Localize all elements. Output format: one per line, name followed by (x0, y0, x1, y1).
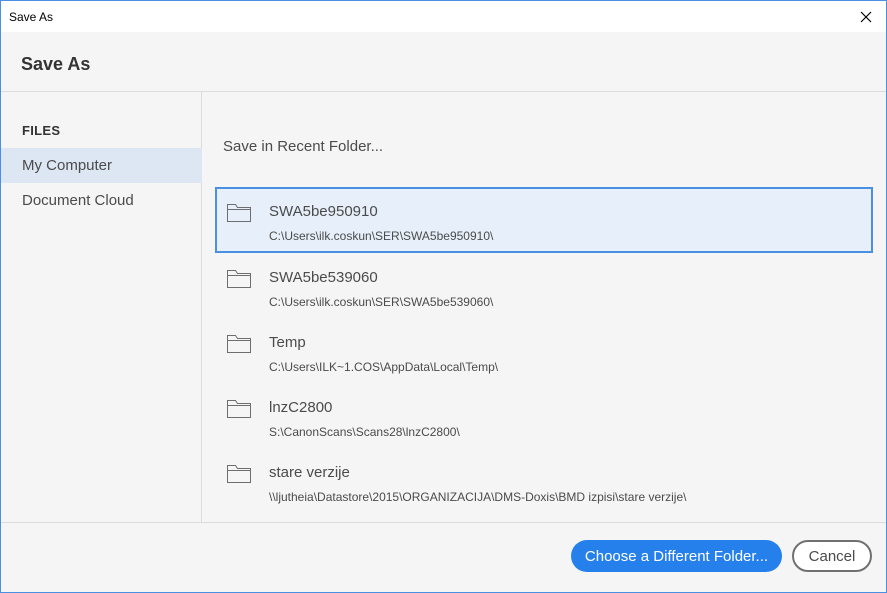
close-button[interactable] (846, 1, 886, 32)
folder-icon (227, 270, 251, 288)
folder-name: Temp (269, 334, 306, 351)
folder-icon (227, 204, 251, 222)
recent-folder-item[interactable]: Temp C:\Users\ILK~1.COS\AppData\Local\Te… (215, 318, 873, 384)
folder-icon (227, 400, 251, 418)
folder-path: \\ljutheia\Datastore\2015\ORGANIZACIJA\D… (269, 490, 687, 504)
dialog-header: Save As (1, 32, 886, 92)
recent-folder-item[interactable]: stare verzije \\ljutheia\Datastore\2015\… (215, 448, 873, 514)
recent-folder-label: Save in Recent Folder... (223, 138, 384, 155)
window-title: Save As (9, 10, 54, 24)
cancel-button[interactable]: Cancel (792, 540, 872, 572)
sidebar: FILES My Computer Document Cloud (1, 92, 202, 522)
folder-path: C:\Users\ILK~1.COS\AppData\Local\Temp\ (269, 360, 499, 374)
recent-folder-item[interactable]: lnzC2800 S:\CanonScans\Scans28\lnzC2800\ (215, 383, 873, 449)
save-as-dialog: Save As Save As FILES My Computer Docume… (0, 0, 887, 593)
folder-path: S:\CanonScans\Scans28\lnzC2800\ (269, 425, 460, 439)
sidebar-item-label: Document Cloud (22, 192, 134, 209)
sidebar-item-my-computer[interactable]: My Computer (1, 148, 202, 183)
folder-name: lnzC2800 (269, 399, 333, 416)
folder-icon (227, 335, 251, 353)
close-icon (860, 11, 872, 22)
sidebar-section-label: FILES (22, 123, 61, 138)
sidebar-item-label: My Computer (22, 157, 113, 174)
dialog-heading: Save As (21, 54, 91, 74)
folder-path: C:\Users\ilk.coskun\SER\SWA5be539060\ (269, 295, 494, 309)
dialog-footer: Choose a Different Folder... Cancel (1, 522, 886, 592)
recent-folder-item[interactable]: SWA5be950910 C:\Users\ilk.coskun\SER\SWA… (215, 187, 873, 253)
sidebar-item-document-cloud[interactable]: Document Cloud (1, 183, 202, 218)
recent-folder-item[interactable]: SWA5be539060 C:\Users\ilk.coskun\SER\SWA… (215, 253, 873, 319)
title-bar: Save As (1, 1, 886, 32)
folder-path: C:\Users\ilk.coskun\SER\SWA5be950910\ (269, 229, 494, 243)
choose-different-folder-button[interactable]: Choose a Different Folder... (571, 540, 782, 572)
folder-name: stare verzije (269, 464, 350, 481)
folder-name: SWA5be950910 (269, 203, 378, 220)
folder-name: SWA5be539060 (269, 269, 378, 286)
main-panel: Save in Recent Folder... SWA5be950910 C:… (203, 92, 886, 522)
folder-icon (227, 465, 251, 483)
